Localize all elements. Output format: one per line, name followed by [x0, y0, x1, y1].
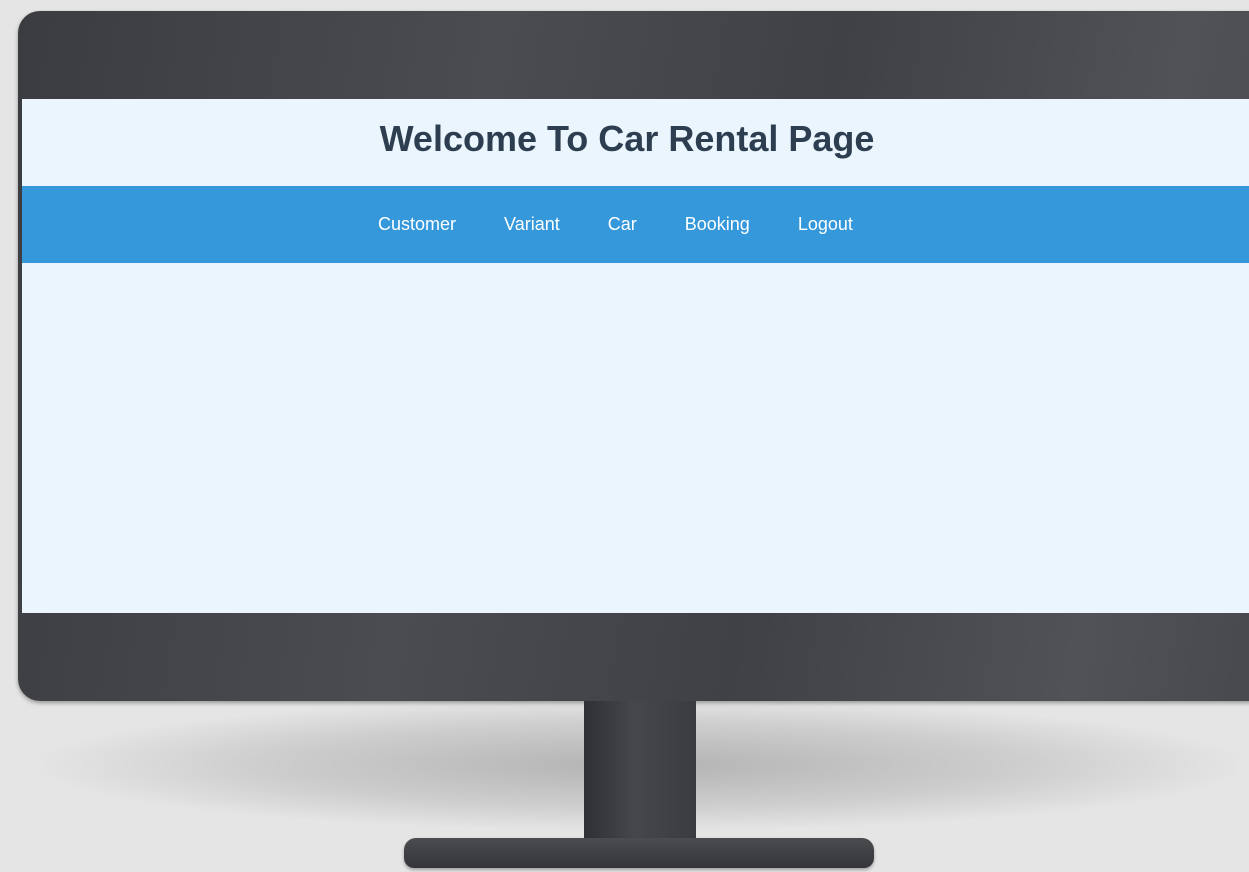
nav-item-customer: Customer [354, 186, 480, 263]
navbar: Customer Variant Car Booking Logout [22, 186, 1249, 263]
nav-item-variant: Variant [480, 186, 584, 263]
nav-link-logout[interactable]: Logout [774, 186, 877, 263]
nav-item-booking: Booking [661, 186, 774, 263]
nav-link-customer[interactable]: Customer [354, 186, 480, 263]
nav-item-logout: Logout [774, 186, 877, 263]
monitor-stand-neck [584, 701, 696, 849]
nav-link-car[interactable]: Car [584, 186, 661, 263]
nav-link-variant[interactable]: Variant [480, 186, 584, 263]
page-title: Welcome To Car Rental Page [379, 118, 875, 159]
monitor-stand-base [404, 838, 874, 868]
monitor-frame: Welcome To Car Rental Page Customer Vari… [18, 11, 1249, 701]
nav-link-booking[interactable]: Booking [661, 186, 774, 263]
nav-item-car: Car [584, 186, 661, 263]
screen: Welcome To Car Rental Page Customer Vari… [22, 99, 1249, 613]
nav-list: Customer Variant Car Booking Logout [354, 186, 877, 263]
